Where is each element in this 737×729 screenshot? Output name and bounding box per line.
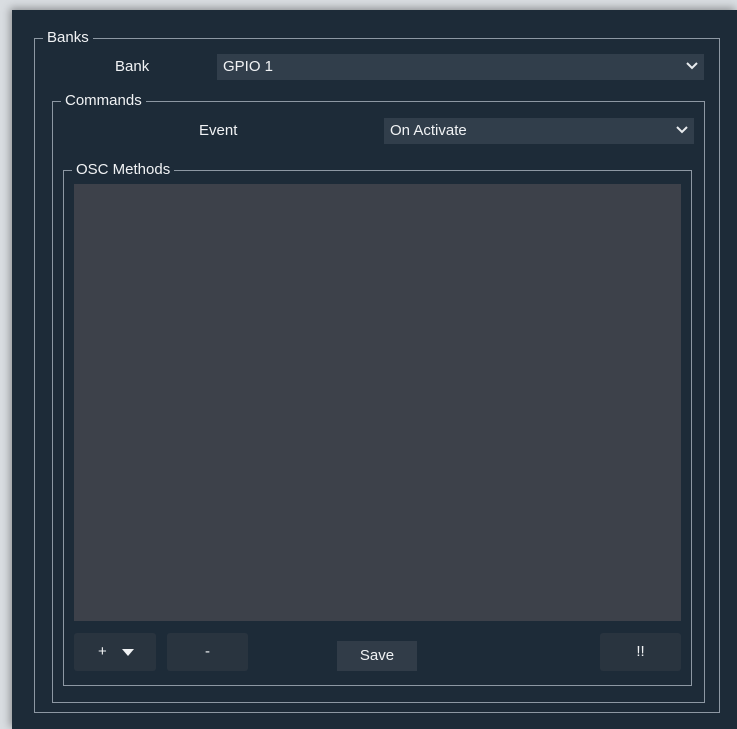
osc-methods-list[interactable] <box>74 184 681 621</box>
caret-down-icon <box>122 649 134 656</box>
warning-button[interactable]: !! <box>600 633 681 671</box>
banks-group: Banks Bank GPIO 1 Commands Event On Acti… <box>34 29 720 713</box>
commands-group: Commands Event On Activate OSC Methods + <box>52 92 705 703</box>
banks-group-title: Banks <box>43 29 93 47</box>
osc-methods-group: OSC Methods + - Save !! <box>63 161 692 686</box>
chevron-down-icon <box>686 62 698 70</box>
event-select[interactable]: On Activate <box>384 118 694 144</box>
osc-methods-group-title: OSC Methods <box>72 161 175 179</box>
remove-button-label: - <box>205 643 210 660</box>
tool-window: Banks Bank GPIO 1 Commands Event On Acti… <box>12 10 737 729</box>
add-button-label: + <box>98 643 107 660</box>
remove-method-button[interactable]: - <box>167 633 248 671</box>
save-button[interactable]: Save <box>337 641 417 671</box>
warning-button-label: !! <box>636 643 645 660</box>
bank-select[interactable]: GPIO 1 <box>217 54 704 80</box>
save-button-label: Save <box>359 647 395 664</box>
event-select-value: On Activate <box>390 122 467 139</box>
commands-group-title: Commands <box>61 92 146 110</box>
bank-select-value: GPIO 1 <box>223 58 274 75</box>
bank-label: Bank <box>115 58 150 75</box>
event-label: Event <box>199 122 238 139</box>
add-method-button[interactable]: + <box>74 633 156 671</box>
chevron-down-icon <box>676 126 688 134</box>
